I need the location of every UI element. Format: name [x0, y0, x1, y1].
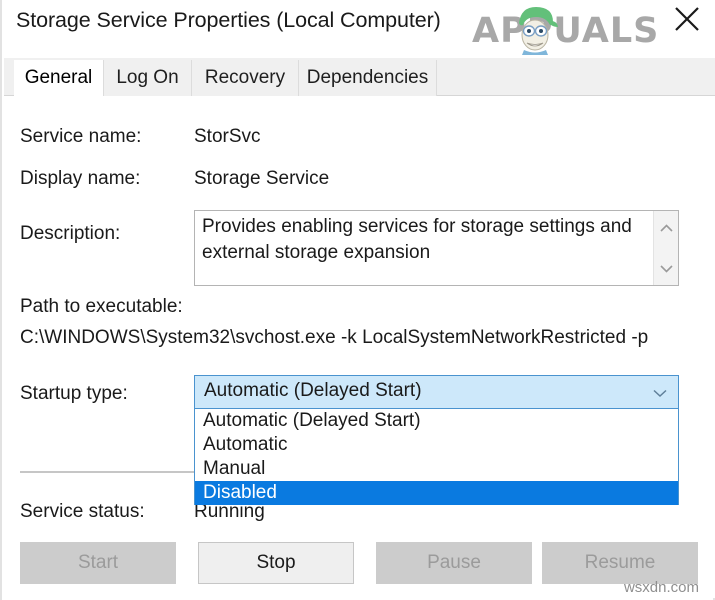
description-scrollbar[interactable] — [653, 211, 678, 285]
mascot-icon — [508, 3, 562, 55]
chevron-down-icon[interactable] — [654, 257, 679, 279]
start-button[interactable]: Start — [20, 542, 176, 584]
startup-type-selected-value: Automatic (Delayed Start) — [204, 380, 422, 402]
section-divider — [20, 471, 195, 473]
close-x-glyph — [672, 4, 702, 34]
description-textarea[interactable]: Provides enabling services for storage s… — [194, 210, 679, 286]
chevron-down-glyph — [659, 263, 674, 274]
display-name-value: Storage Service — [194, 168, 329, 190]
tab-dependencies-label: Dependencies — [307, 67, 428, 89]
service-control-buttons: Start Stop Pause Resume — [4, 542, 715, 588]
chevron-up-glyph — [659, 223, 674, 234]
general-tab-panel: Service name: StorSvc Display name: Stor… — [4, 96, 715, 598]
dropdown-option-label: Automatic (Delayed Start) — [203, 410, 421, 431]
dropdown-option-manual[interactable]: Manual — [195, 457, 678, 481]
tab-strip: General Log On Recovery Dependencies — [4, 58, 715, 96]
startup-type-label: Startup type: — [20, 383, 128, 405]
title-bar: Storage Service Properties (Local Comput… — [2, 0, 715, 58]
display-name-label: Display name: — [20, 168, 140, 190]
resume-button[interactable]: Resume — [542, 542, 698, 584]
path-to-executable-value: C:\WINDOWS\System32\svchost.exe -k Local… — [20, 327, 648, 349]
tab-recovery-label: Recovery — [205, 67, 285, 89]
dropdown-option-automatic[interactable]: Automatic — [195, 433, 678, 457]
dropdown-option-label: Automatic — [203, 434, 287, 455]
tab-general[interactable]: General — [14, 60, 104, 96]
tab-log-on[interactable]: Log On — [104, 60, 192, 96]
chevron-down-icon — [652, 385, 668, 401]
close-icon[interactable] — [665, 2, 709, 36]
dropdown-option-label: Manual — [203, 458, 265, 479]
appuals-watermark-logo: APPUALS — [472, 3, 697, 55]
service-name-value: StorSvc — [194, 126, 261, 148]
tab-log-on-label: Log On — [116, 67, 178, 89]
description-label: Description: — [20, 223, 120, 245]
start-button-label: Start — [78, 552, 118, 574]
tab-general-label: General — [25, 67, 93, 89]
dropdown-option-disabled[interactable]: Disabled — [195, 481, 678, 505]
service-properties-dialog: Storage Service Properties (Local Comput… — [0, 0, 715, 600]
resume-button-label: Resume — [585, 552, 656, 574]
stop-button-label: Stop — [256, 552, 295, 574]
tab-dependencies[interactable]: Dependencies — [299, 60, 437, 96]
pause-button[interactable]: Pause — [376, 542, 532, 584]
description-value: Provides enabling services for storage s… — [202, 214, 632, 266]
service-status-label: Service status: — [20, 501, 145, 523]
tab-recovery[interactable]: Recovery — [192, 60, 299, 96]
dropdown-option-automatic-delayed-start[interactable]: Automatic (Delayed Start) — [195, 409, 678, 433]
startup-type-dropdown-list[interactable]: Automatic (Delayed Start) Automatic Manu… — [194, 409, 679, 505]
watermark-wordmark: APPUALS — [472, 11, 659, 51]
path-to-executable-label: Path to executable: — [20, 296, 183, 318]
service-name-label: Service name: — [20, 126, 141, 148]
startup-type-combobox[interactable]: Automatic (Delayed Start) — [194, 375, 679, 409]
stop-button[interactable]: Stop — [198, 542, 354, 584]
dropdown-option-label: Disabled — [203, 482, 277, 503]
chevron-up-icon[interactable] — [654, 217, 679, 239]
pause-button-label: Pause — [427, 552, 481, 574]
page-title: Storage Service Properties (Local Comput… — [16, 8, 441, 33]
